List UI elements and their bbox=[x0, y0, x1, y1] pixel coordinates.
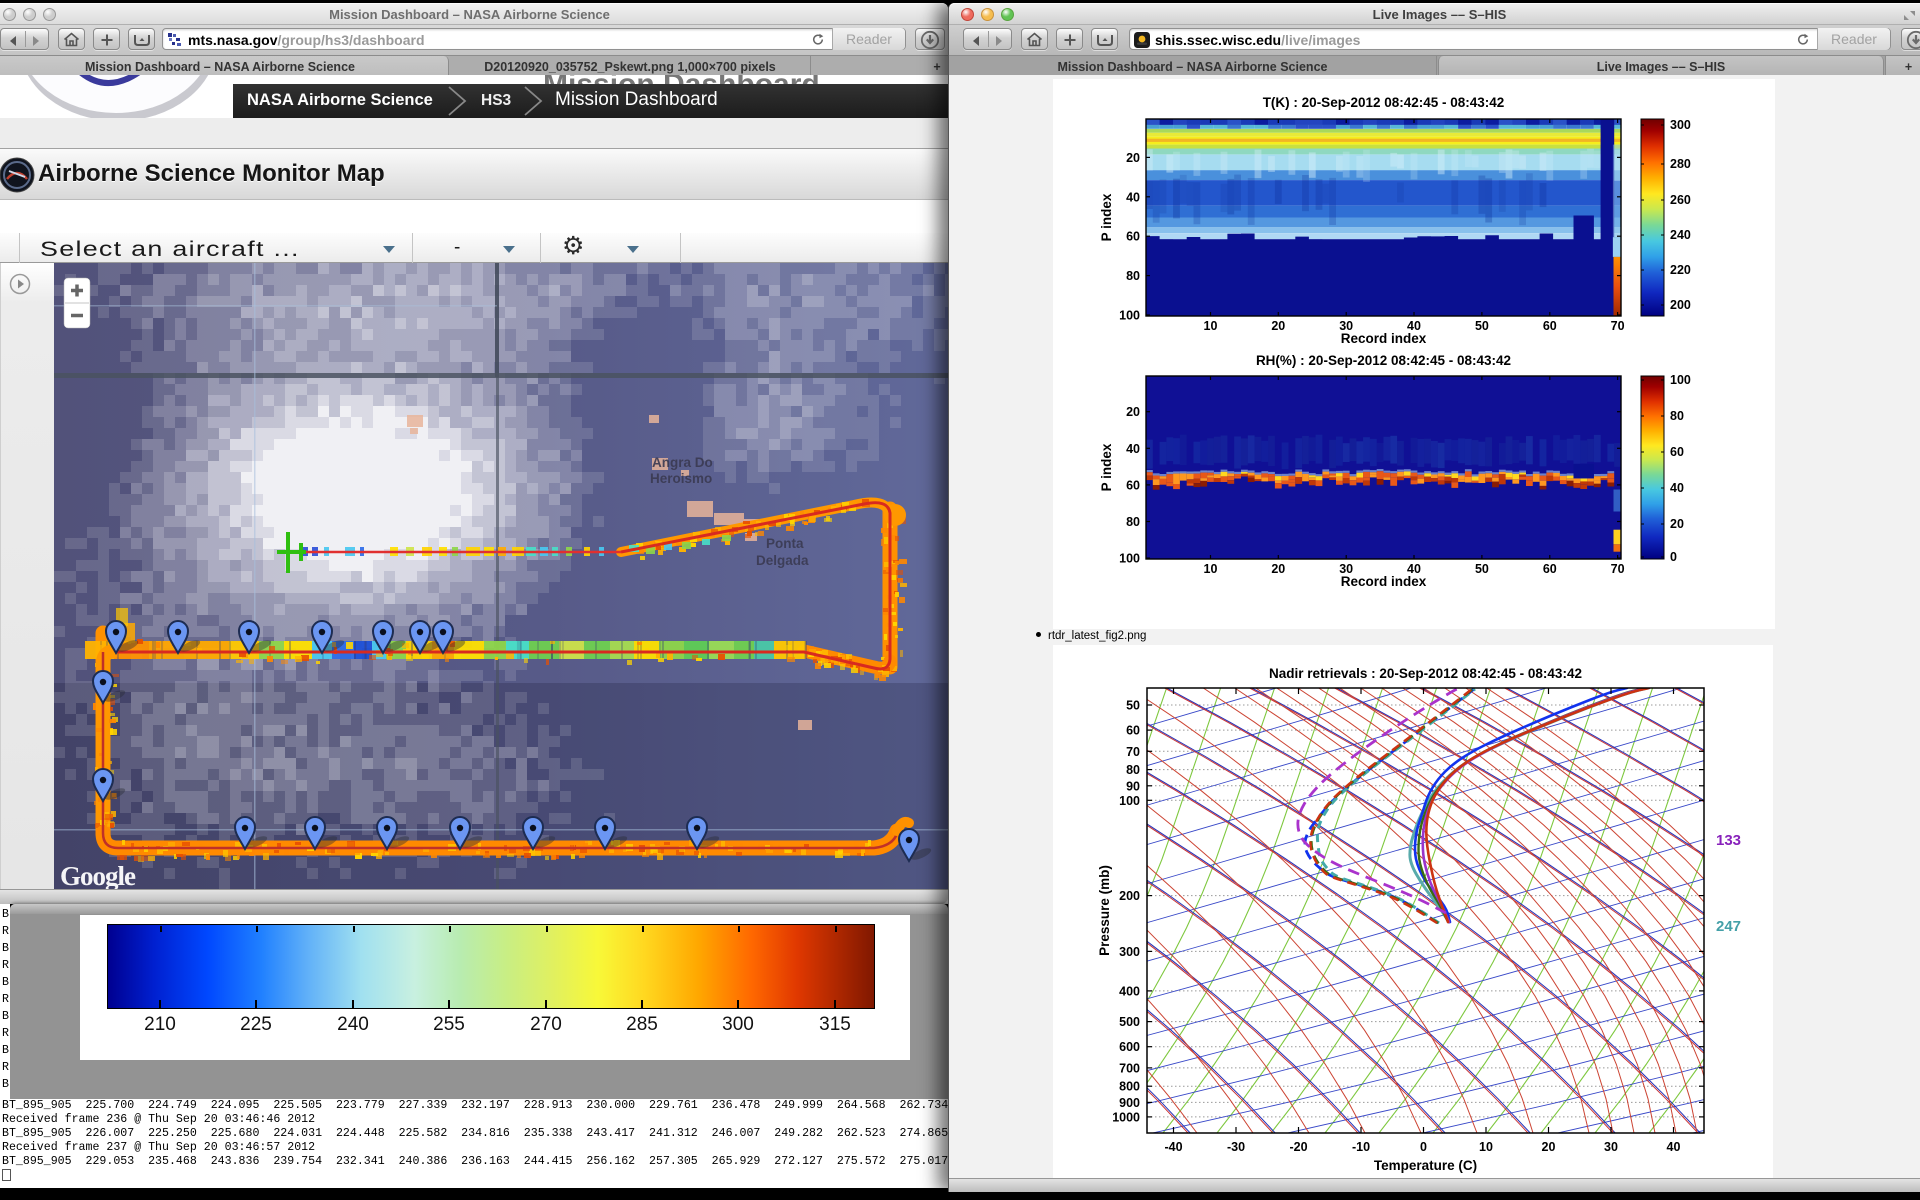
svg-text:0: 0 bbox=[1670, 550, 1677, 564]
svg-text:70: 70 bbox=[1126, 745, 1140, 759]
svg-text:80: 80 bbox=[1126, 269, 1140, 283]
svg-text:40: 40 bbox=[1126, 190, 1140, 204]
svg-text:700: 700 bbox=[1119, 1061, 1140, 1075]
svg-text:800: 800 bbox=[1119, 1080, 1140, 1094]
svg-text:100: 100 bbox=[1119, 309, 1140, 323]
svg-text:-20: -20 bbox=[1289, 1140, 1307, 1154]
svg-text:Temperature (C): Temperature (C) bbox=[1374, 1158, 1477, 1173]
svg-text:P index: P index bbox=[1099, 193, 1114, 241]
svg-text:Record index: Record index bbox=[1341, 331, 1427, 346]
svg-text:900: 900 bbox=[1119, 1096, 1140, 1110]
svg-text:240: 240 bbox=[1670, 228, 1691, 242]
svg-text:500: 500 bbox=[1119, 1015, 1140, 1029]
svg-text:Record index: Record index bbox=[1341, 574, 1427, 589]
svg-text:P index: P index bbox=[1099, 443, 1114, 491]
svg-text:80: 80 bbox=[1126, 515, 1140, 529]
svg-text:-40: -40 bbox=[1164, 1140, 1182, 1154]
svg-text:200: 200 bbox=[1119, 889, 1140, 903]
svg-text:300: 300 bbox=[1119, 945, 1140, 959]
svg-text:Heroismo: Heroismo bbox=[650, 471, 712, 486]
svg-text:60: 60 bbox=[1670, 445, 1684, 459]
svg-text:50: 50 bbox=[1475, 562, 1489, 576]
svg-text:Delgada: Delgada bbox=[756, 553, 809, 568]
svg-text:Ponta: Ponta bbox=[766, 536, 804, 551]
svg-text:50: 50 bbox=[1126, 699, 1140, 713]
svg-text:50: 50 bbox=[1475, 319, 1489, 333]
svg-text:60: 60 bbox=[1543, 562, 1557, 576]
svg-text:40: 40 bbox=[1126, 442, 1140, 456]
svg-text:260: 260 bbox=[1670, 193, 1691, 207]
svg-text:20: 20 bbox=[1126, 405, 1140, 419]
svg-text:T(K) : 20-Sep-2012 08:42:45 -: T(K) : 20-Sep-2012 08:42:45 - 08:43:42 bbox=[1263, 95, 1505, 110]
svg-text:-30: -30 bbox=[1227, 1140, 1245, 1154]
svg-text:60: 60 bbox=[1126, 230, 1140, 244]
svg-text:600: 600 bbox=[1119, 1040, 1140, 1054]
svg-text:-10: -10 bbox=[1352, 1140, 1370, 1154]
svg-text:20: 20 bbox=[1542, 1140, 1556, 1154]
svg-text:70: 70 bbox=[1611, 319, 1625, 333]
svg-text:220: 220 bbox=[1670, 263, 1691, 277]
svg-text:RH(%) : 20-Sep-2012 08:42:45 -: RH(%) : 20-Sep-2012 08:42:45 - 08:43:42 bbox=[1256, 353, 1511, 368]
svg-text:Google: Google bbox=[60, 861, 136, 889]
svg-text:80: 80 bbox=[1126, 763, 1140, 777]
svg-text:Angra Do: Angra Do bbox=[652, 455, 713, 470]
svg-text:10: 10 bbox=[1204, 319, 1218, 333]
svg-text:10: 10 bbox=[1204, 562, 1218, 576]
svg-text:60: 60 bbox=[1126, 478, 1140, 492]
svg-text:20: 20 bbox=[1670, 517, 1684, 531]
svg-text:20: 20 bbox=[1271, 562, 1285, 576]
svg-text:133: 133 bbox=[1716, 832, 1741, 849]
svg-text:70: 70 bbox=[1611, 562, 1625, 576]
svg-text:1000: 1000 bbox=[1112, 1110, 1140, 1124]
svg-text:60: 60 bbox=[1543, 319, 1557, 333]
svg-text:90: 90 bbox=[1126, 779, 1140, 793]
svg-text:40: 40 bbox=[1670, 481, 1684, 495]
svg-text:300: 300 bbox=[1670, 118, 1691, 132]
svg-text:20: 20 bbox=[1271, 319, 1285, 333]
svg-text:247: 247 bbox=[1716, 918, 1741, 935]
svg-text:Nadir retrievals : 20-Sep-2012: Nadir retrievals : 20-Sep-2012 08:42:45 … bbox=[1269, 666, 1582, 681]
svg-text:30: 30 bbox=[1604, 1140, 1618, 1154]
svg-text:400: 400 bbox=[1119, 984, 1140, 998]
svg-text:100: 100 bbox=[1119, 794, 1140, 808]
svg-text:10: 10 bbox=[1479, 1140, 1493, 1154]
svg-text:100: 100 bbox=[1670, 373, 1691, 387]
svg-text:0: 0 bbox=[1420, 1140, 1427, 1154]
svg-text:280: 280 bbox=[1670, 157, 1691, 171]
svg-text:80: 80 bbox=[1670, 409, 1684, 423]
svg-text:100: 100 bbox=[1119, 552, 1140, 566]
svg-text:20: 20 bbox=[1126, 151, 1140, 165]
svg-text:Pressure (mb): Pressure (mb) bbox=[1097, 865, 1112, 956]
svg-text:60: 60 bbox=[1126, 724, 1140, 738]
svg-text:40: 40 bbox=[1667, 1140, 1681, 1154]
svg-text:200: 200 bbox=[1670, 298, 1691, 312]
